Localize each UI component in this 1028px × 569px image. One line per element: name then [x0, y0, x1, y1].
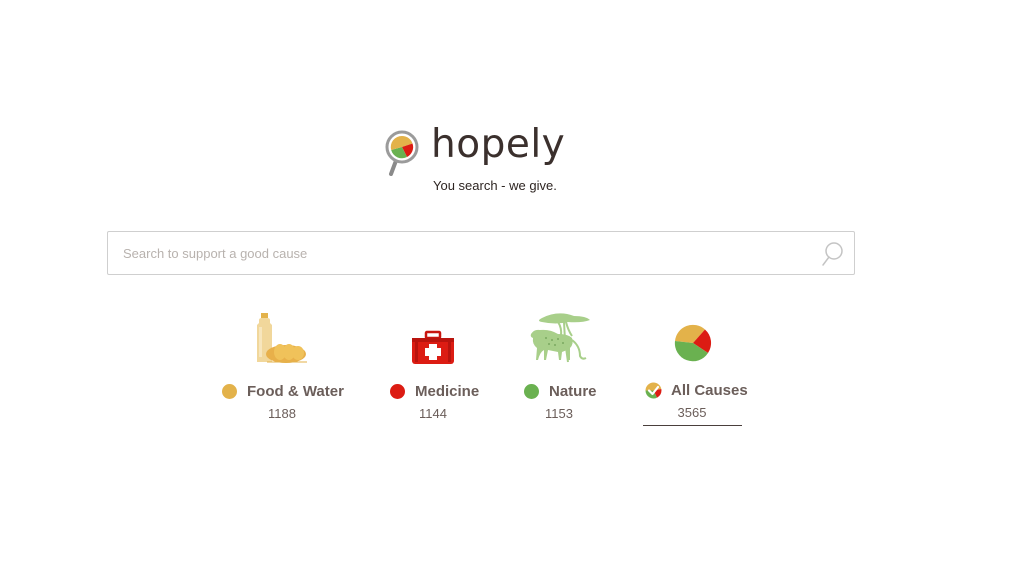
- check-pie-icon: [645, 382, 662, 399]
- cause-label: Food & Water: [247, 383, 344, 400]
- search-box: [107, 231, 855, 275]
- page: hopely You search - we give. Food & Wate…: [0, 0, 1028, 569]
- cause-label-row: All Causes: [645, 382, 748, 399]
- cause-label: Medicine: [415, 383, 480, 400]
- magnifier-pie-icon: [385, 130, 419, 176]
- cause-label-row: Food & Water: [222, 383, 344, 400]
- nature-color-dot: [524, 384, 539, 399]
- logo[interactable]: hopely: [385, 122, 565, 176]
- cause-count: 1188: [268, 406, 296, 421]
- cause-label: Nature: [549, 383, 597, 400]
- pie-chart-icon: [674, 324, 712, 362]
- selected-underline: [643, 425, 742, 426]
- cause-label-row: Medicine: [390, 383, 479, 400]
- cause-label-row: Nature: [524, 383, 597, 400]
- medical-suitcase-icon: [412, 330, 454, 364]
- food-color-dot: [222, 384, 237, 399]
- search-input[interactable]: [123, 232, 813, 274]
- medicine-color-dot: [390, 384, 405, 399]
- cause-label: All Causes: [671, 382, 748, 399]
- cheetah-tree-icon: [530, 313, 590, 363]
- cause-count: 1153: [545, 406, 573, 421]
- cause-count: 3565: [677, 405, 707, 420]
- bottle-bread-icon: [257, 313, 307, 363]
- cause-count: 1144: [419, 406, 447, 421]
- brand-name: hopely: [431, 122, 566, 167]
- tagline: You search - we give.: [433, 178, 557, 193]
- search-icon[interactable]: [820, 241, 844, 267]
